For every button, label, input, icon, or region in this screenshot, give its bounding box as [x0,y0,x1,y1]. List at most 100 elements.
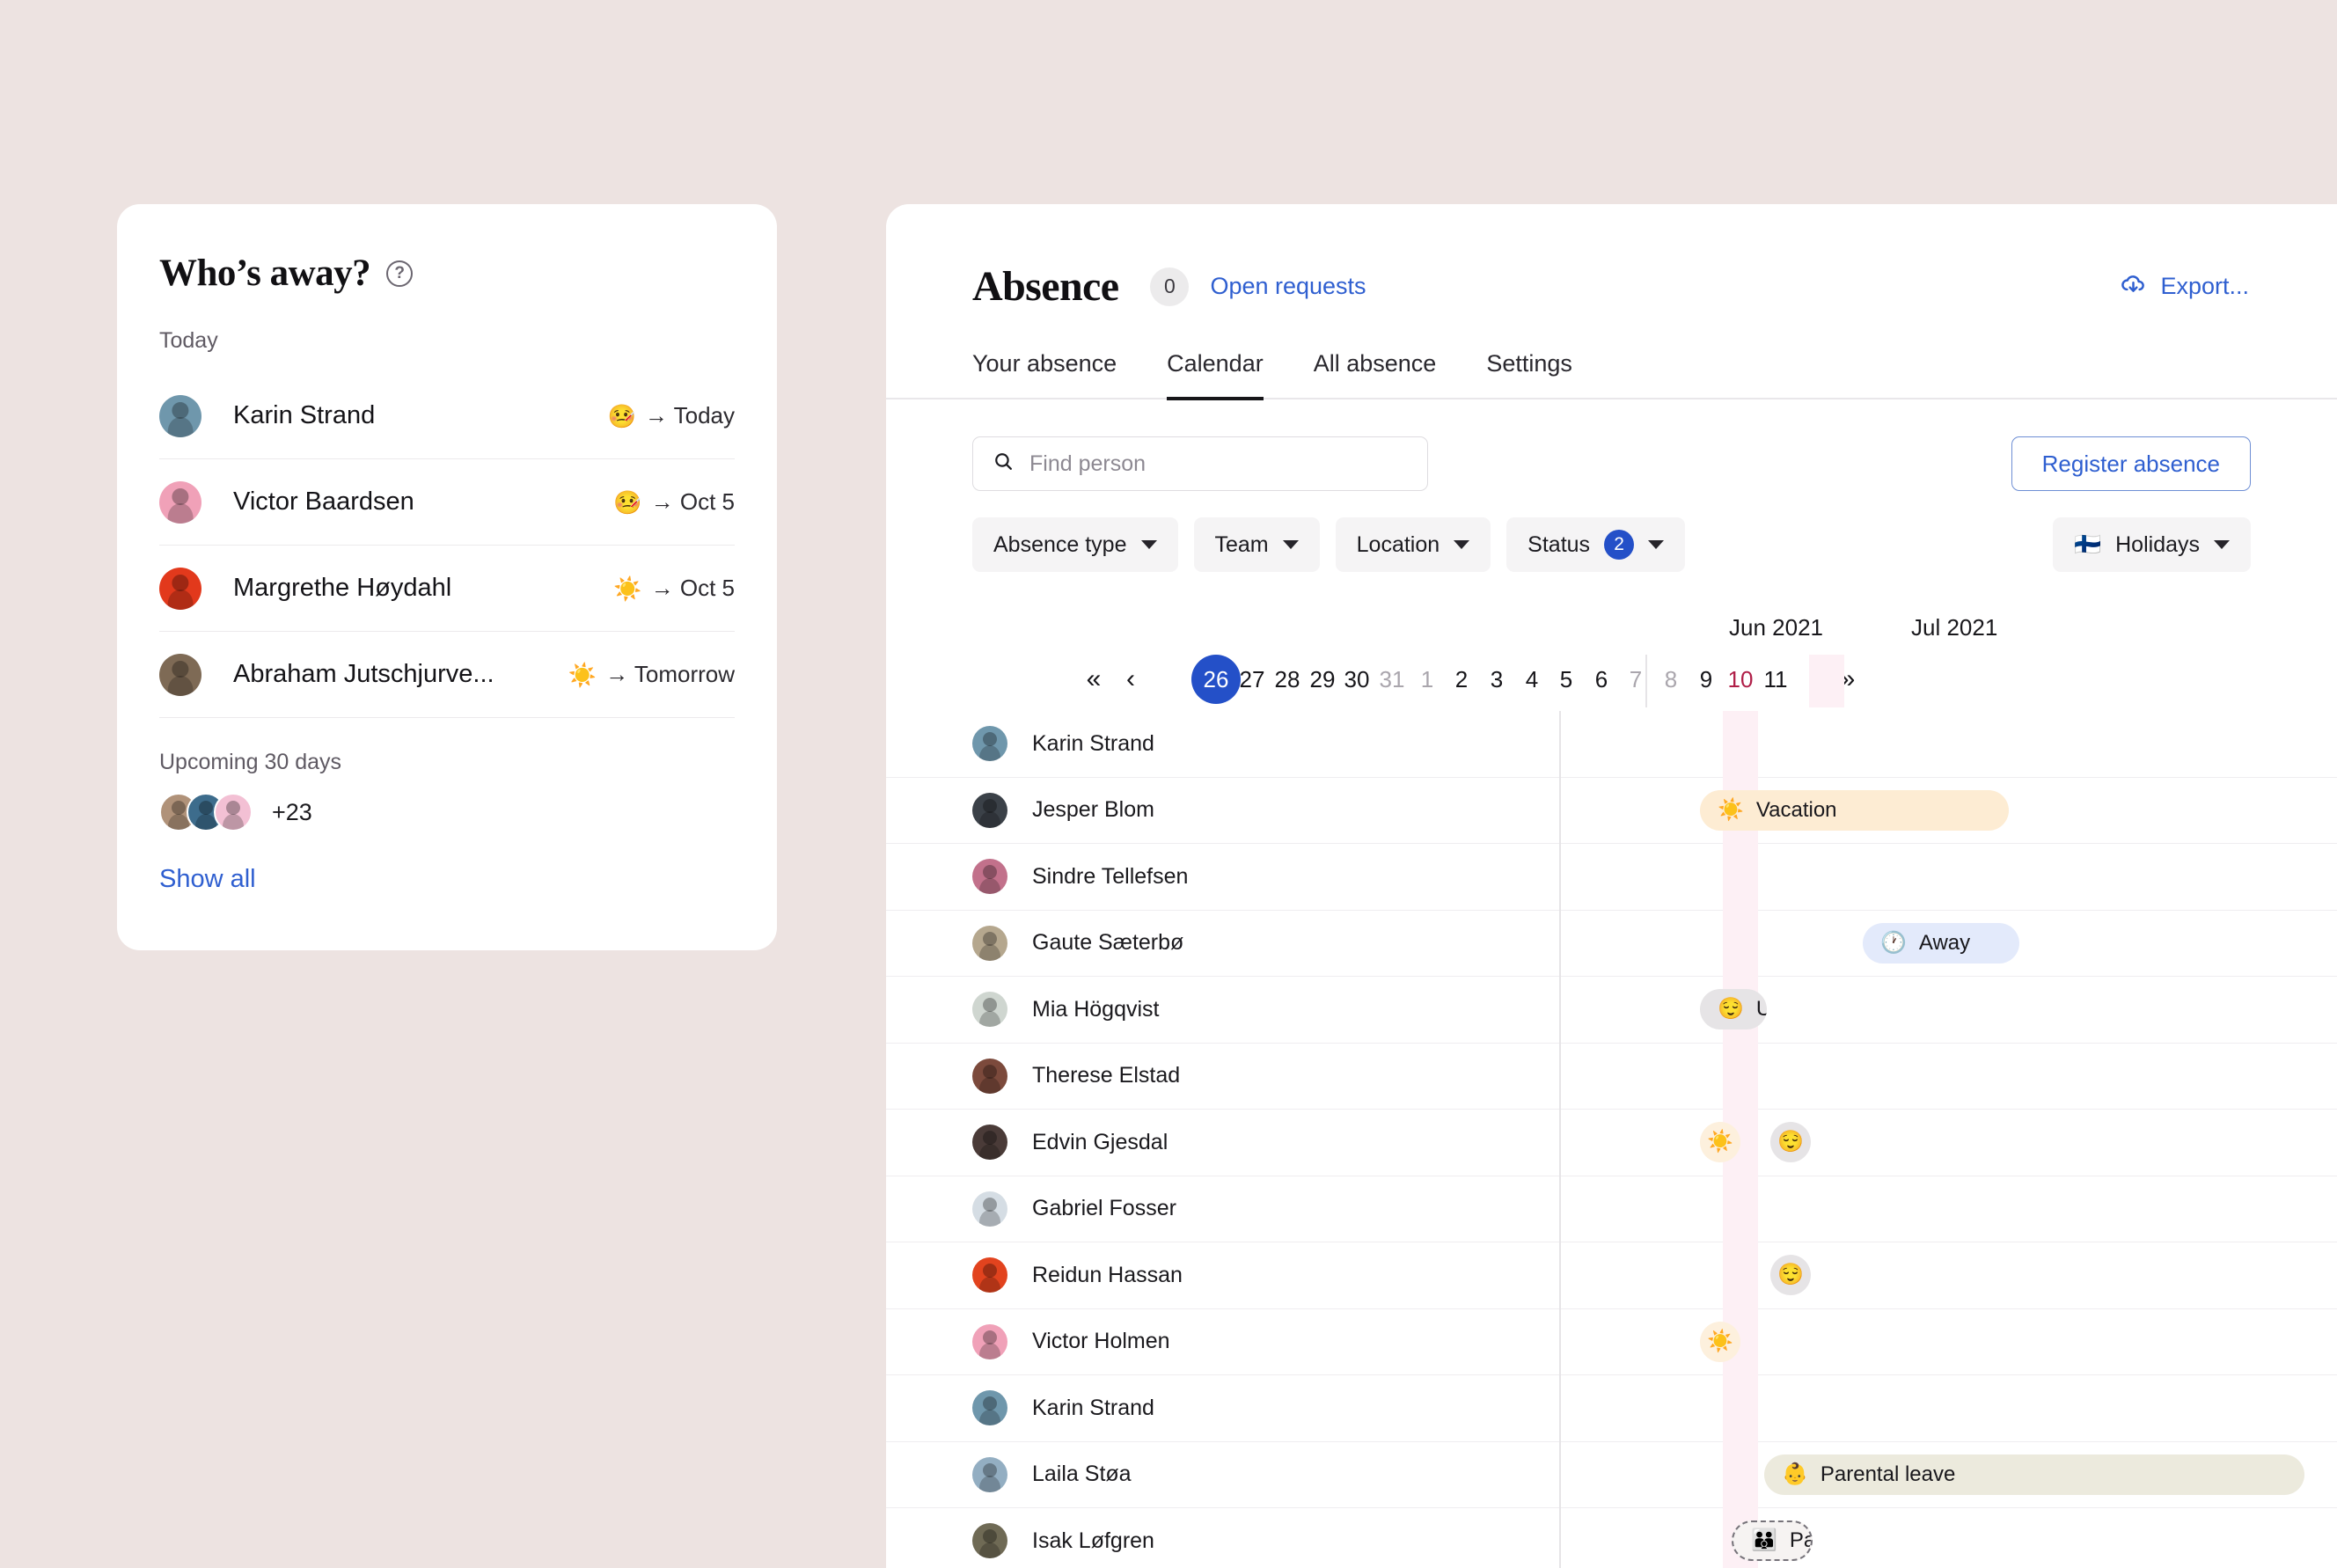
avatar [972,1257,1007,1293]
absence-bar-unpaid[interactable]: 😌 [1770,1122,1811,1162]
calendar-month-label: Jun 2021 [1729,614,1823,641]
calendar-nav-last-icon[interactable]: » [1823,655,1872,704]
tab-all-absence[interactable]: All absence [1314,350,1437,400]
calendar-row[interactable]: Karin Strand [886,1375,2337,1442]
away-list-item[interactable]: Margrethe Høydahl☀️→ Oct 5 [159,546,735,632]
question-mark-icon[interactable]: ? [386,260,413,287]
calendar-row-name: Isak Løfgren [1032,1528,1154,1554]
avatar [972,926,1007,961]
baby-emoji: 👶 [1782,1464,1808,1485]
absence-bar-pending[interactable]: 👪Par... [1732,1520,1813,1561]
finland-flag-icon: 🇫🇮 [2074,532,2101,558]
calendar-nav-prev-icon[interactable]: ‹ [1106,655,1155,704]
calendar-row[interactable]: Gabriel Fosser [886,1176,2337,1243]
absence-bar-away[interactable]: 🕐 Away [1863,923,2019,964]
away-list-item[interactable]: Abraham Jutschjurve... ☀️→ Tomorrow [159,632,735,718]
whos-away-card: Who’s away? ? Today Karin Strand🤒→ Today… [117,204,777,950]
avatar [972,1191,1007,1227]
open-requests-link[interactable]: Open requests [1210,273,1366,300]
relieved-face-emoji: 😌 [1777,1264,1804,1286]
filter-label: Team [1215,532,1269,558]
away-person-status: ☀️→ Tomorrow [568,661,735,688]
calendar-row-name: Gaute Sæterbø [1032,930,1183,956]
register-absence-button[interactable]: Register absence [2011,436,2251,491]
export-button[interactable]: Export... [2120,270,2249,304]
search-box[interactable] [972,436,1428,491]
absence-bar-label: Par... [1790,1528,1813,1553]
absence-bar-parental[interactable]: 👶 Parental leave [1764,1454,2304,1495]
filter-team[interactable]: Team [1194,517,1320,572]
tab-settings[interactable]: Settings [1486,350,1572,400]
absence-bar-unpaid[interactable]: 😌 Un... [1700,989,1767,1029]
upcoming-label: Upcoming 30 days [159,750,735,775]
away-person-name: Margrethe Høydahl [233,574,451,603]
avatar [972,1324,1007,1359]
away-person-status: 🤒→ Today [607,402,735,429]
calendar-month-label: Jul 2021 [1911,614,1997,641]
upcoming-avatar-stack[interactable]: +23 [159,793,735,832]
calendar-row[interactable]: Sindre Tellefsen [886,844,2337,911]
search-input[interactable] [1029,451,1408,477]
whos-away-header: Who’s away? ? [159,252,735,295]
cloud-download-icon [2120,270,2147,304]
absence-calendar: Jun 2021Jul 2021 «‹›»2627282930311234567… [886,614,2337,1568]
open-requests-badge: 0 [1150,267,1189,306]
absence-bar-label: Parental leave [1821,1462,1955,1487]
today-away-list: Karin Strand🤒→ Today Victor Baardsen 🤒→ Oc… [159,373,735,718]
relieved-face-emoji: 😌 [1718,999,1744,1020]
absence-bar-vacation[interactable]: ☀️ [1700,1122,1740,1162]
absence-bar-vacation[interactable]: ☀️Vacation [1700,790,2009,831]
filter-absence-type[interactable]: Absence type [972,517,1178,572]
avatar [214,793,253,832]
absence-bar-vacation[interactable]: ☀️ [1700,1322,1740,1362]
calendar-row-name: Karin Strand [1032,731,1154,757]
calendar-row[interactable]: Gaute Sæterbø 🕐 Away [886,911,2337,978]
calendar-row-name: Karin Strand [1032,1396,1154,1421]
calendar-row[interactable]: Edvin Gjesdal☀️😌 [886,1110,2337,1176]
away-person-status: 🤒→ Oct 5 [613,488,735,516]
calendar-row[interactable]: Laila Støa👶Parental leave [886,1442,2337,1509]
absence-bar-label: Away [1919,931,1970,956]
avatar [972,726,1007,761]
calendar-row-name: Therese Elstad [1032,1063,1180,1088]
tab-calendar[interactable]: Calendar [1167,350,1264,400]
avatar [159,481,201,524]
calendar-row-name: Jesper Blom [1032,797,1154,823]
upcoming-count: +23 [272,799,312,826]
calendar-row[interactable]: Mia Högqvist 😌 Un... [886,977,2337,1044]
calendar-row-name: Reidun Hassan [1032,1263,1183,1288]
calendar-row[interactable]: Jesper Blom ☀️Vacation [886,778,2337,845]
calendar-row[interactable]: Isak Løfgren 👪Par... [886,1508,2337,1568]
away-list-item[interactable]: Karin Strand🤒→ Today [159,373,735,459]
calendar-row-name: Victor Holmen [1032,1329,1170,1354]
away-person-name: Abraham Jutschjurve... [233,660,495,689]
away-list-item[interactable]: Victor Baardsen 🤒→ Oct 5 [159,459,735,546]
clock-emoji: 🕐 [1880,933,1907,954]
calendar-month-labels: Jun 2021 Jul 2021 [972,614,2337,655]
absence-bar-label: Un... [1756,997,1767,1022]
avatar [972,1390,1007,1425]
calendar-day-11[interactable]: 11 [1751,655,1800,704]
calendar-row[interactable]: Reidun Hassan 😌 [886,1242,2337,1309]
sun-emoji: ☀️ [1707,1132,1733,1153]
search-row: Register absence [886,436,2337,491]
avatar [972,1125,1007,1160]
filter-label: Location [1357,532,1440,558]
tab-your-absence[interactable]: Your absence [972,350,1117,400]
away-person-date: → Today [645,402,735,429]
calendar-row[interactable]: Victor Holmen ☀️ [886,1309,2337,1376]
filter-location[interactable]: Location [1336,517,1491,572]
avatar [972,793,1007,828]
calendar-row[interactable]: Karin Strand [886,711,2337,778]
today-label: Today [159,328,735,354]
away-person-name: Victor Baardsen [233,487,414,517]
show-all-link[interactable]: Show all [159,865,256,894]
search-icon [993,451,1015,477]
filter-holidays[interactable]: 🇫🇮Holidays [2053,517,2251,572]
calendar-row-name: Mia Högqvist [1032,997,1160,1022]
absence-bar-unpaid[interactable]: 😌 [1770,1255,1811,1295]
filter-status[interactable]: Status2 [1506,517,1685,572]
absence-header: Absence 0 Open requests Export... [886,204,2337,311]
chevron-down-icon [1141,540,1157,549]
calendar-row[interactable]: Therese Elstad [886,1044,2337,1110]
